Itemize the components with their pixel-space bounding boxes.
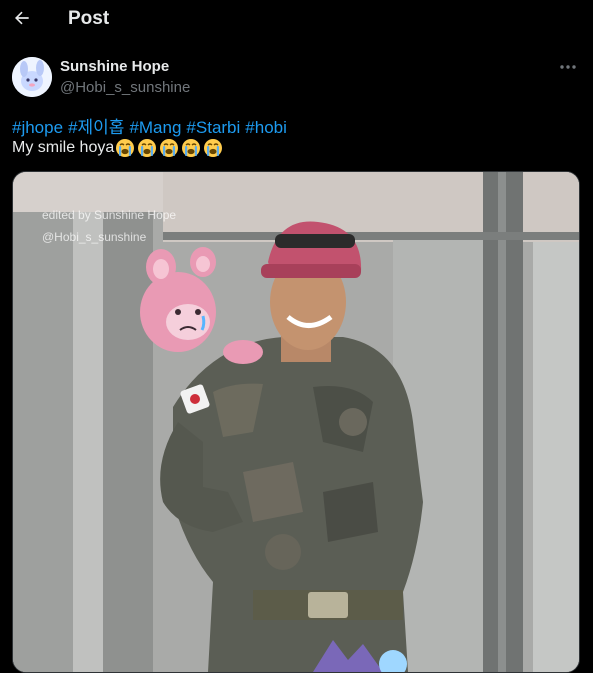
arrow-left-icon [15,11,29,25]
avatar[interactable] [12,57,52,97]
avatar-image [12,57,52,97]
post-body: My smile hoya [12,138,223,158]
page-title: Post [68,8,110,29]
hashtag-link[interactable]: #hobi [245,118,287,137]
watermark-line: edited by Sunshine Hope [42,208,177,222]
post-text: My smile hoya [12,139,115,156]
hashtag-link[interactable]: #Starbi [186,118,240,137]
more-options-button[interactable] [554,56,582,78]
hashtag-link[interactable]: #Mang [129,118,181,137]
hashtag-link[interactable]: #제이홉 [68,118,124,137]
loudly-crying-face-icon [160,139,179,157]
more-horizontal-icon [560,65,576,69]
hashtag-link[interactable]: #jhope [12,118,63,137]
loudly-crying-face-icon [138,139,157,157]
emoji-group [115,138,223,158]
loudly-crying-face-icon [182,139,201,157]
author-display-name[interactable]: Sunshine Hope [60,58,169,75]
media-photo [13,172,579,672]
hashtag-list: #jhope #제이홉 #Mang #Starbi #hobi [12,113,292,138]
post-media[interactable]: edited by Sunshine Hope @Hobi_s_sunshine [12,171,580,673]
post-header: Post [0,0,593,38]
author-handle[interactable]: @Hobi_s_sunshine [60,79,190,96]
loudly-crying-face-icon [116,139,135,157]
loudly-crying-face-icon [204,139,223,157]
back-button[interactable] [4,0,40,36]
watermark-line: @Hobi_s_sunshine [42,230,147,244]
